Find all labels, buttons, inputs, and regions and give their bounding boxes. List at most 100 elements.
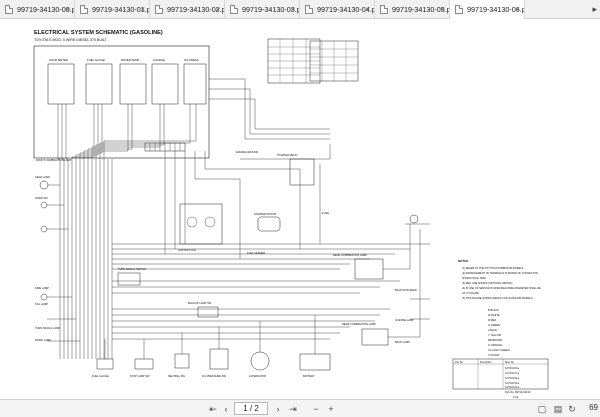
ignition-block [179, 203, 223, 245]
starter-relay-symbol [289, 158, 315, 186]
horn-symbol [40, 201, 48, 209]
component-label: WORK LAMP [35, 338, 51, 342]
color-code: LG LIGHT GREEN [488, 348, 510, 352]
last-page-icon[interactable]: ⇥ [287, 403, 299, 415]
component-label: BATTERY [303, 374, 315, 378]
note-line: AS (*) FIGURE [462, 292, 479, 295]
color-code: R RED [488, 318, 496, 322]
component-label: NEUTRAL SW [168, 374, 185, 378]
parts-table-header: Part No. [455, 361, 464, 364]
pdf-file-icon [380, 5, 388, 14]
component-label: BACKUP LAMP SW [188, 301, 212, 305]
component-label: SIDE LAMP [35, 286, 49, 290]
close-icon[interactable]: × [515, 0, 520, 19]
gauge-label: FUEL GAUGE [87, 58, 105, 62]
gauge-label: CHARGE [153, 58, 165, 62]
close-icon[interactable]: × [140, 0, 145, 19]
parts-table-cell: S-87133-60-a [505, 368, 520, 370]
wiring-schematic: ELECTRICAL SYSTEM SCHEMATIC (GASOLINE) T… [33, 30, 549, 399]
fuel-gauge-symbol [96, 358, 114, 370]
side-lamp-symbol [40, 293, 48, 301]
component-label: TURN SIGNAL SWITCH [118, 267, 146, 271]
tab-pdf-02[interactable]: 99719-34130-02.pdf × [150, 0, 225, 19]
fuse-table-grid [268, 39, 320, 83]
tab-pdf-04[interactable]: 99719-34130-04.pdf × [300, 0, 375, 19]
lamp-symbol [40, 225, 48, 233]
tab-overflow-icon[interactable]: ▸ [592, 0, 597, 19]
component-label: FUSE [322, 211, 329, 215]
color-code: G GREEN [488, 323, 500, 327]
feeder-lines [209, 78, 330, 140]
tab-bar: 99719-34130-00.pdf × 99719-34130-01.pdf … [0, 0, 600, 19]
rear-combination-lamp-symbol [361, 328, 389, 346]
zoom-in-icon[interactable]: + [325, 403, 337, 415]
note-line: (3) RED LINE SHOWS (OPTIONAL WIRING). [462, 282, 513, 285]
color-code: W WHITE [488, 313, 500, 317]
rear-combination-lamp-symbol [354, 258, 384, 280]
fit-page-icon[interactable]: ▢ [536, 403, 548, 415]
parts-table [452, 358, 549, 390]
schematic-subtitle: TOYOTA'S MOD. 5 WIRE DIESEL 370 BUILT [34, 38, 108, 42]
starter-motor-symbol [257, 216, 281, 232]
note-line: (4) IN USE OF SENSOR IN SPECIFIED WIRE (… [462, 287, 541, 290]
component-label: STOP LAMP SW [130, 374, 150, 378]
color-code: B BLACK [488, 308, 499, 312]
pdf-file-icon [230, 5, 238, 14]
previous-page-icon[interactable]: ‹ [220, 403, 232, 415]
component-label: BACK LAMP [395, 340, 410, 344]
first-page-icon[interactable]: ⇤ [207, 403, 219, 415]
tab-pdf-05[interactable]: 99719-34130-05.pdf × [375, 0, 450, 19]
tab-pdf-01[interactable]: 99719-34130-01.pdf × [75, 0, 150, 19]
note-line: (2) ARRANGEMENT OF TERMINALS IN BOARD OF… [462, 272, 538, 275]
tab-pdf-03[interactable]: 99719-34130-03.pdf × [225, 0, 300, 19]
parts-table-cell: S-87133-63-a [505, 383, 520, 385]
close-icon[interactable]: × [365, 0, 370, 19]
page-indicator-input[interactable]: 1 / 2 [234, 402, 268, 415]
component-label: STARTER MOTOR [254, 212, 276, 216]
parts-table-grid [453, 359, 548, 389]
pdf-file-icon [455, 5, 463, 14]
component-label: FRONT COMBINATION LAMP [36, 158, 72, 162]
parts-table-cell: S-87133-64-a [505, 387, 520, 389]
fit-width-icon[interactable]: ▤ [552, 403, 564, 415]
parts-table-cell: S-87133-62-a [505, 378, 520, 380]
head-lamp-symbol [39, 180, 49, 190]
component-label: OIL PRESSURE SW [202, 374, 227, 378]
publication-number: Pub.No. 99719-34130 [505, 390, 531, 394]
component-label: ENGINE GROUND [236, 150, 258, 154]
close-icon[interactable]: × [215, 0, 220, 19]
parts-table-cell: S-87133-61-a [505, 373, 520, 375]
notes-heading: NOTES [458, 259, 468, 263]
gauge-label: WATER TEMP [121, 58, 139, 62]
oil-pressure-sw-symbol [209, 348, 229, 370]
component-label: ALTERNATOR [249, 374, 266, 378]
note-line: SHOWN HOLD SIDE [462, 277, 486, 280]
pdf-file-icon [155, 5, 163, 14]
tab-pdf-00[interactable]: 99719-34130-00.pdf × [0, 0, 75, 19]
component-label: IGNITION COIL [178, 248, 197, 252]
zoom-level[interactable]: 69 [589, 403, 598, 412]
pdf-document-view[interactable]: ELECTRICAL SYSTEM SCHEMATIC (GASOLINE) T… [0, 19, 600, 399]
close-icon[interactable]: × [290, 0, 295, 19]
left-lamp-wires [47, 184, 80, 342]
tab-pdf-06[interactable]: 99719-34130-06.pdf × [450, 0, 525, 19]
gauge-label: OIL PRESS [184, 58, 199, 62]
component-label: STARTER RELAY [277, 153, 298, 157]
next-page-icon[interactable]: › [272, 403, 284, 415]
component-label: REAR COMBINATION LAMP [333, 253, 367, 257]
color-code: O ORANGE [488, 343, 502, 347]
component-label: FUEL SENDER [247, 251, 265, 255]
wire-bundle-panel [57, 104, 197, 359]
component-label: REAR COMBINATION LAMP [342, 322, 376, 326]
alternator-symbol [250, 351, 270, 371]
pdf-file-icon [80, 5, 88, 14]
rotate-icon[interactable]: ↻ [566, 403, 578, 415]
color-code: L BLUE [488, 328, 497, 332]
component-label: HEAD LAMP [35, 175, 50, 179]
component-label: BACKUP BUZZER [395, 288, 417, 292]
pdf-file-icon [5, 5, 13, 14]
close-icon[interactable]: × [440, 0, 445, 19]
zoom-out-icon[interactable]: − [310, 403, 322, 415]
close-icon[interactable]: × [65, 0, 70, 19]
lamp-symbol [409, 214, 419, 224]
